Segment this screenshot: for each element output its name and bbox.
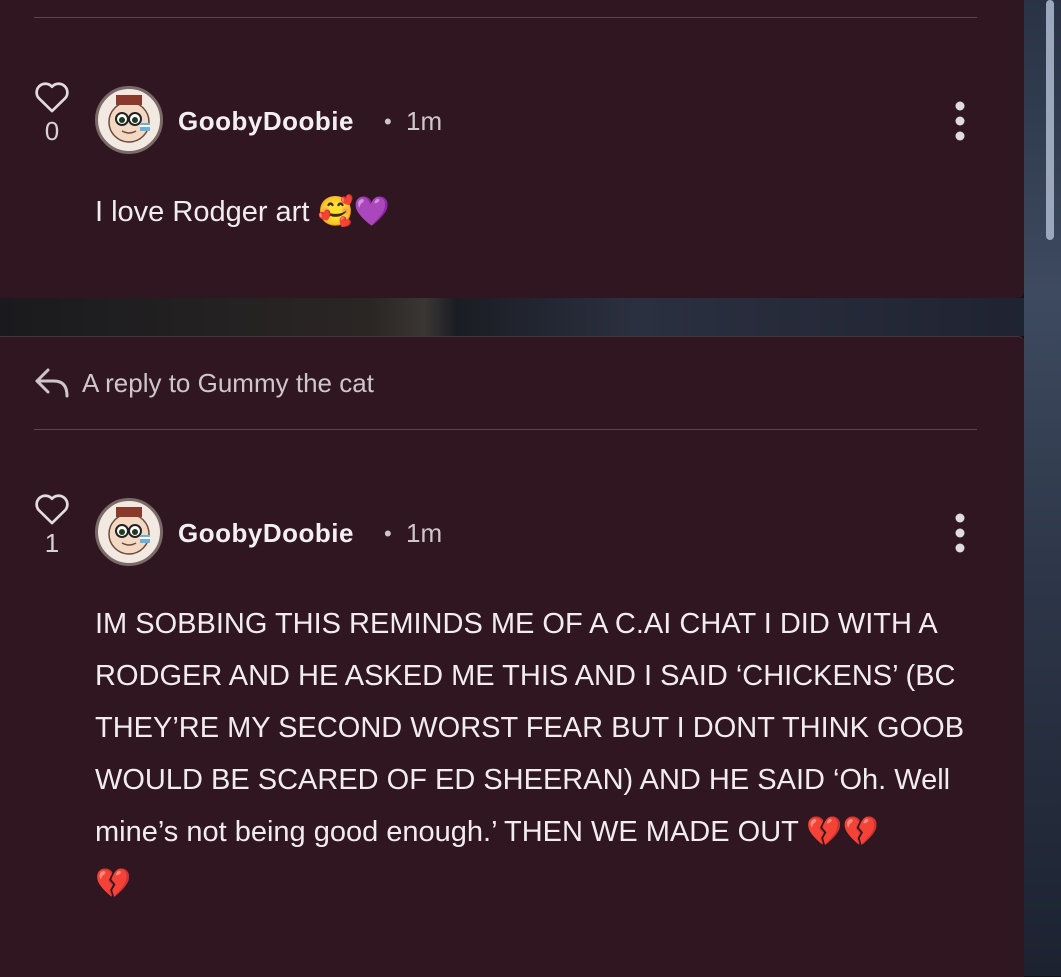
separator-dot: • (384, 109, 392, 134)
vertical-ellipsis-icon[interactable] (948, 511, 972, 555)
divider (34, 17, 977, 18)
comment-emojis: 💔 (95, 868, 132, 900)
comment-line: mine’s not being good enough.’ THEN WE M… (95, 816, 799, 848)
like-control[interactable]: 1 (32, 490, 72, 559)
comment-emojis: 💔💔 (806, 816, 879, 848)
reply-to-label[interactable]: A reply to Gummy the cat (82, 368, 374, 399)
comment-emojis: 🥰💜 (317, 196, 390, 228)
like-count: 1 (44, 528, 60, 558)
comment-card: 0 GoobyDoobie • 1m I love Rodger art 🥰💜 (0, 0, 1024, 298)
timestamp: 1m (406, 106, 443, 136)
comment-body: I love Rodger art 🥰💜 (95, 186, 390, 238)
vertical-ellipsis-icon[interactable] (948, 99, 972, 143)
comment-line: WOULD BE SCARED OF ED SHEERAN) AND HE SA… (95, 764, 951, 796)
background-right-edge (1024, 0, 1061, 976)
comment-line: RODGER AND HE ASKED ME THIS AND I SAID ‘… (95, 660, 956, 692)
comment-line: THEY’RE MY SECOND WORST FEAR BUT I DONT … (95, 712, 965, 744)
comment-line-5: mine’s not being good enough.’ THEN WE M… (95, 806, 995, 858)
reply-arrow-icon (35, 368, 69, 398)
comment-body: IM SOBBING THIS REMINDS ME OF A C.AI CHA… (95, 598, 995, 910)
heart-outline-icon[interactable] (33, 78, 71, 114)
comment-text: I love Rodger art (95, 196, 310, 228)
divider (34, 429, 977, 430)
username[interactable]: GoobyDoobie (178, 518, 354, 549)
heart-outline-icon[interactable] (33, 490, 71, 526)
like-count: 0 (44, 116, 60, 146)
username[interactable]: GoobyDoobie (178, 106, 354, 137)
like-control[interactable]: 0 (32, 78, 72, 147)
avatar[interactable] (95, 86, 163, 154)
comment-line: IM SOBBING THIS REMINDS ME OF A C.AI CHA… (95, 608, 938, 640)
avatar-image (108, 95, 150, 143)
avatar[interactable] (95, 498, 163, 566)
scrollbar-thumb[interactable] (1046, 0, 1054, 240)
avatar-image (108, 507, 150, 555)
background-strip (0, 298, 1061, 336)
timestamp: 1m (406, 518, 443, 548)
separator-dot: • (384, 521, 392, 546)
